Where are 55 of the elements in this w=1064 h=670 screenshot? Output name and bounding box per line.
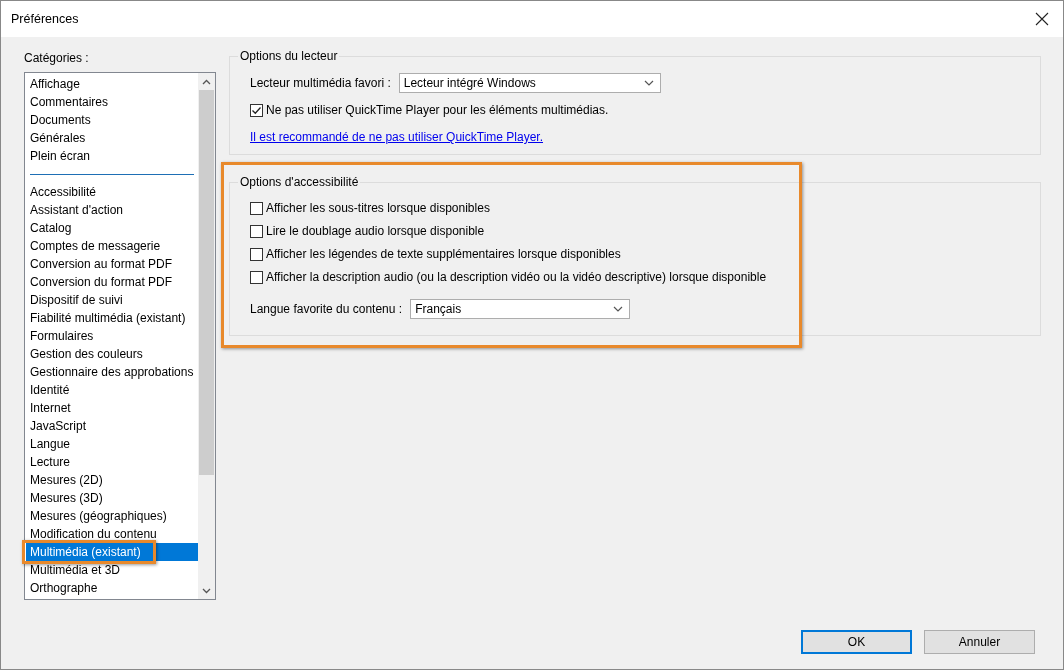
category-item[interactable]: Multimédia et 3D [26,561,198,579]
close-icon[interactable] [1035,12,1049,26]
checkbox[interactable] [250,201,263,215]
ok-button[interactable]: OK [801,630,912,654]
checkbox[interactable] [250,270,263,284]
category-item[interactable]: Catalog [26,219,198,237]
category-item[interactable]: Commentaires [26,93,198,111]
category-item[interactable]: Gestion des couleurs [26,345,198,363]
scroll-thumb[interactable] [199,90,214,475]
window-title: Préférences [11,12,79,26]
category-item[interactable]: Mesures (géographiques) [26,507,198,525]
category-item[interactable]: JavaScript [26,417,198,435]
language-dropdown[interactable]: Français [410,299,631,319]
cancel-button[interactable]: Annuler [924,630,1035,654]
checkbox-label: Afficher les légendes de texte supplémentaires lorsque disponibles [266,247,621,261]
category-item[interactable]: Assistant d'action [26,201,198,219]
checkbox[interactable] [250,103,263,117]
checkbox-label: Afficher la description audio (ou la description vidéo ou la vidéo descriptive) lorsque disponible [266,270,767,284]
checkbox[interactable] [250,247,263,261]
caret-icon [643,80,654,86]
category-item[interactable]: Fiabilité multimédia (existant) [26,309,198,327]
player-dropdown[interactable]: Lecteur intégré Windows [398,73,661,93]
group-title: Options d'accessibilité [239,175,360,189]
category-item[interactable]: Formulaires [26,327,198,345]
category-item[interactable]: Mesures (3D) [26,489,198,507]
category-item[interactable]: Gestionnaire des approbations [26,363,198,381]
checkbox[interactable] [250,224,263,238]
category-item[interactable]: Mesures (2D) [26,471,198,489]
field-label: Langue favorite du contenu : [250,302,403,316]
checkbox-label: Afficher les sous-titres lorsque disponibles [266,201,490,215]
recommendation-link[interactable]: Il est recommandé de ne pas utiliser QuickTime Player. [250,130,543,144]
scrollbar[interactable] [198,73,215,599]
category-item[interactable]: Identité [26,381,198,399]
categories-label: Catégories : [24,51,90,65]
category-item[interactable]: Plein écran [26,147,198,165]
field-label: Lecteur multimédia favori : [250,76,391,90]
checkbox-label: Lire le doublage audio lorsque disponible [266,224,485,238]
category-item[interactable]: Documents [26,111,198,129]
scroll-down-icon[interactable] [202,587,211,594]
checkbox-label: Ne pas utiliser QuickTime Player pour les éléments multimédias. [266,103,609,117]
group-title: Options du lecteur [239,49,339,63]
category-item[interactable]: Dispositif de suivi [26,291,198,309]
caret-icon [613,306,624,312]
category-item[interactable]: Conversion du format PDF [26,273,198,291]
category-item[interactable]: Modification du contenu [26,525,198,543]
category-item[interactable]: Conversion au format PDF [26,255,198,273]
category-item[interactable]: Lecture [26,453,198,471]
category-item[interactable]: Comptes de messagerie [26,237,198,255]
category-item[interactable]: Générales [26,129,198,147]
category-item[interactable]: Accessibilité [26,183,198,201]
scroll-up-icon[interactable] [202,78,211,85]
category-item[interactable]: Affichage [26,75,198,93]
category-item[interactable]: Internet [26,399,198,417]
category-item[interactable]: Langue [26,435,198,453]
category-item[interactable]: Orthographe [26,579,198,597]
